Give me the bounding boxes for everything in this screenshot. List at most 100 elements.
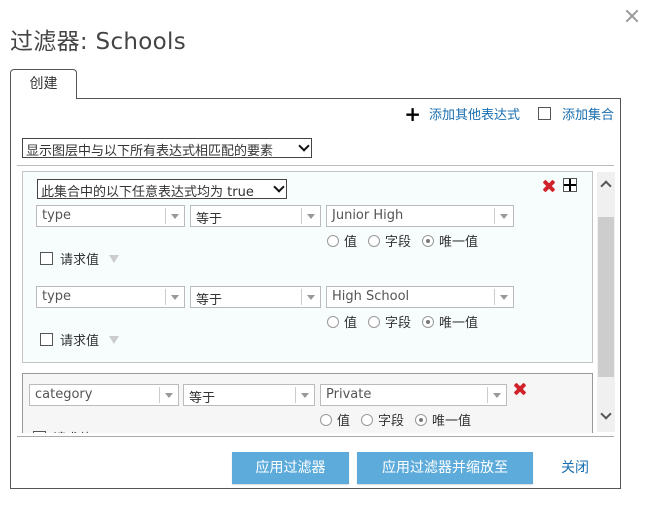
operator-select[interactable]: 等于	[183, 384, 315, 406]
radio-circle	[320, 413, 332, 426]
radio-circle	[415, 413, 428, 426]
dropdown-arrow-icon	[307, 214, 315, 219]
ask-values-checkbox[interactable]	[33, 431, 46, 433]
chevron-down-icon	[298, 140, 310, 152]
dropdown-arrow-icon	[301, 393, 309, 398]
radio-value[interactable]: 值	[327, 231, 357, 250]
value-type-radios: 值 字段 唯一值	[327, 231, 489, 250]
add-set-link[interactable]: 添加集合	[562, 104, 614, 123]
ask-values: 请求值	[40, 249, 120, 268]
add-expression-link[interactable]: 添加其他表达式	[429, 104, 520, 123]
apply-filter-zoom-button[interactable]: 应用过滤器并缩放至	[357, 452, 533, 484]
field-select[interactable]: type	[36, 205, 185, 227]
dropdown-arrow-icon	[500, 295, 508, 300]
separator	[301, 208, 302, 224]
value-select[interactable]: Junior High	[326, 205, 514, 227]
delete-set-icon[interactable]	[543, 180, 555, 192]
operator-value: 等于	[189, 391, 216, 406]
ask-values-label: 请求值	[60, 334, 100, 349]
vertical-scrollbar[interactable]	[597, 172, 615, 432]
separator	[159, 387, 160, 403]
radio-unique[interactable]: 唯一值	[415, 410, 471, 429]
radio-circle	[327, 234, 339, 247]
delete-expression-icon[interactable]	[514, 383, 526, 395]
radio-label: 值	[344, 235, 358, 250]
radio-field[interactable]: 字段	[368, 231, 411, 250]
value-select[interactable]: High School	[326, 286, 514, 308]
field-value: type	[42, 208, 72, 223]
separator	[487, 387, 488, 403]
add-set-checkbox[interactable]	[537, 107, 551, 120]
radio-circle	[327, 315, 339, 328]
radio-label: 字段	[385, 235, 412, 250]
divider	[17, 165, 614, 166]
radio-circle	[422, 234, 435, 247]
radio-label: 唯一值	[432, 414, 472, 429]
operator-value: 等于	[196, 212, 223, 227]
radio-unique[interactable]: 唯一值	[422, 312, 478, 331]
value-text: Junior High	[332, 208, 404, 223]
separator	[494, 289, 495, 305]
radio-field[interactable]: 字段	[368, 312, 411, 331]
value-type-radios: 值 字段 唯一值	[327, 312, 489, 331]
operator-select[interactable]: 等于	[190, 205, 321, 227]
set-mode-select[interactable]: 此集合中的以下任意表达式均为 true	[37, 179, 287, 200]
footer-divider	[17, 436, 614, 437]
scroll-up-icon[interactable]	[600, 180, 612, 192]
radio-circle	[368, 315, 381, 328]
field-select[interactable]: type	[36, 286, 185, 308]
plus-icon[interactable]: +	[404, 104, 421, 124]
radio-label: 值	[337, 414, 351, 429]
radio-circle	[368, 234, 381, 247]
filter-panel: + 添加其他表达式 添加集合 显示图层中与以下所有表达式相匹配的要素 此集合中的…	[10, 98, 621, 489]
radio-label: 字段	[385, 316, 412, 331]
ask-values: 请求值	[40, 330, 120, 349]
radio-label: 唯一值	[439, 316, 479, 331]
expressions-scroll-area: 此集合中的以下任意表达式均为 true type 等于 Junior High …	[22, 171, 617, 433]
close-button[interactable]: 关闭	[561, 452, 589, 484]
ask-values-checkbox[interactable]	[40, 252, 53, 265]
top-actions: + 添加其他表达式 添加集合	[404, 104, 614, 124]
separator	[301, 289, 302, 305]
field-value: type	[42, 289, 72, 304]
expression-set: 此集合中的以下任意表达式均为 true type 等于 Junior High …	[22, 171, 593, 363]
value-text: Private	[326, 387, 372, 402]
separator	[165, 208, 166, 224]
separator	[165, 289, 166, 305]
expand-arrow-icon[interactable]	[109, 254, 120, 263]
radio-circle	[422, 315, 435, 328]
ask-values-checkbox[interactable]	[40, 333, 53, 346]
radio-label: 字段	[378, 414, 405, 429]
tab-create[interactable]: 创建	[10, 69, 77, 99]
field-value: category	[35, 387, 93, 402]
radio-circle	[361, 413, 374, 426]
radio-value[interactable]: 值	[327, 312, 357, 331]
value-select[interactable]: Private	[320, 384, 507, 406]
scroll-down-icon[interactable]	[600, 408, 612, 420]
value-text: High School	[332, 289, 410, 304]
ask-values: 请求值	[33, 428, 92, 433]
radio-field[interactable]: 字段	[361, 410, 404, 429]
radio-value[interactable]: 值	[320, 410, 350, 429]
value-type-radios: 值 字段 唯一值	[320, 410, 482, 429]
match-mode-select[interactable]: 显示图层中与以下所有表达式相匹配的要素	[22, 138, 312, 159]
ask-values-label: 请求值	[60, 253, 100, 268]
dropdown-arrow-icon	[307, 295, 315, 300]
expand-arrow-icon[interactable]	[109, 335, 120, 344]
add-expression-to-set-icon[interactable]	[563, 178, 577, 192]
close-icon[interactable]	[624, 8, 640, 24]
field-select[interactable]: category	[29, 384, 179, 406]
radio-label: 唯一值	[439, 235, 479, 250]
dropdown-arrow-icon	[500, 214, 508, 219]
separator	[494, 208, 495, 224]
expression: category 等于 Private 值 字段 唯一值 请求值	[22, 373, 593, 433]
set-mode-value: 此集合中的以下任意表达式均为 true	[41, 185, 254, 200]
scroll-thumb[interactable]	[598, 217, 614, 377]
operator-select[interactable]: 等于	[190, 286, 321, 308]
apply-filter-button[interactable]: 应用过滤器	[232, 452, 349, 484]
radio-label: 值	[344, 316, 358, 331]
chevron-down-icon	[273, 181, 285, 193]
dropdown-arrow-icon	[171, 214, 179, 219]
radio-unique[interactable]: 唯一值	[422, 231, 478, 250]
dropdown-arrow-icon	[165, 393, 173, 398]
